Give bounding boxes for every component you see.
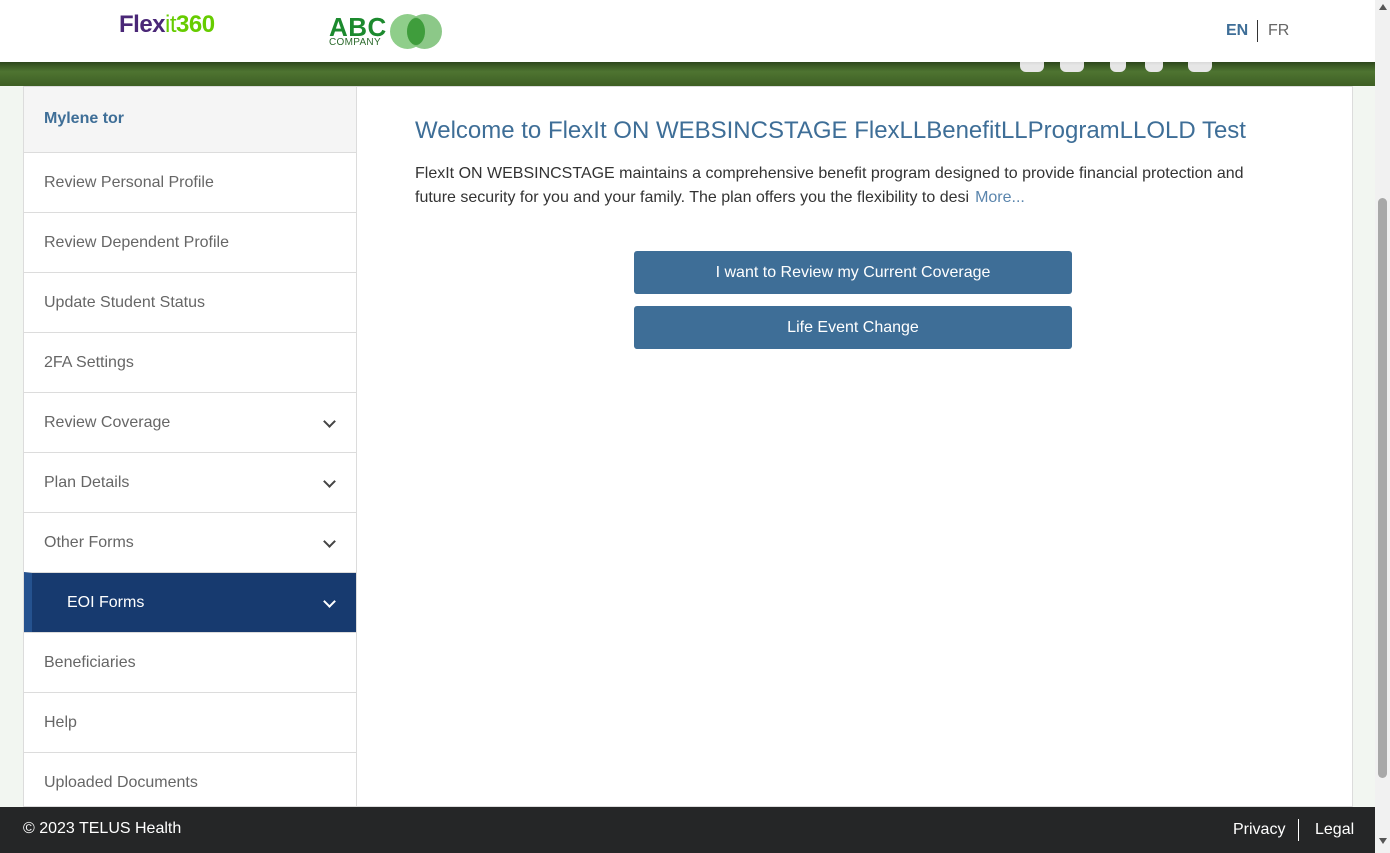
footer-separator	[1298, 819, 1299, 841]
sidebar-item-label: Plan Details	[44, 473, 130, 491]
language-fr-link[interactable]: FR	[1268, 22, 1289, 40]
more-link[interactable]: More...	[975, 189, 1025, 206]
sidebar-item-2fa-settings[interactable]: 2FA Settings	[24, 332, 356, 392]
chevron-down-icon[interactable]	[323, 475, 336, 488]
user-name: Mylene tor	[24, 87, 356, 152]
site-header: Flexit360 ABC COMPANY EN FR	[0, 0, 1375, 62]
logo-flexit-part2: it	[165, 11, 177, 38]
page-scrollbar[interactable]	[1375, 0, 1390, 853]
sidebar-item-label: Beneficiaries	[44, 653, 136, 671]
header-banner-image	[0, 62, 1375, 86]
sidebar-item-label: Review Personal Profile	[44, 173, 214, 191]
sidebar-item-label: Help	[44, 713, 77, 731]
sidebar-item-label: Review Coverage	[44, 413, 171, 431]
flexit360-logo[interactable]: Flexit360	[119, 11, 215, 39]
language-separator	[1257, 20, 1258, 42]
banner-detail	[1110, 62, 1126, 72]
logo-flexit-part1: Flex	[119, 11, 166, 38]
sidebar-item-label: Review Dependent Profile	[44, 233, 229, 251]
sidebar-item-help[interactable]: Help	[24, 692, 356, 752]
banner-detail	[1060, 62, 1084, 72]
sidebar-item-label: Update Student Status	[44, 293, 205, 311]
sidebar-item-label: Other Forms	[44, 533, 134, 551]
scroll-down-arrow-icon[interactable]	[1379, 838, 1387, 844]
sidebar-item-beneficiaries[interactable]: Beneficiaries	[24, 632, 356, 692]
chevron-down-icon[interactable]	[323, 535, 336, 548]
sidebar-item-label: Uploaded Documents	[44, 773, 198, 791]
sidebar-item-eoi-forms[interactable]: EOI Forms	[24, 572, 356, 632]
sidebar-item-label: EOI Forms	[67, 593, 145, 611]
legal-link[interactable]: Legal	[1315, 821, 1354, 839]
review-coverage-button[interactable]: I want to Review my Current Coverage	[634, 251, 1072, 294]
chevron-down-icon[interactable]	[323, 415, 336, 428]
sidebar-nav: Mylene tor Review Personal Profile Revie…	[23, 86, 357, 807]
site-footer: © 2023 TELUS Health Privacy Legal	[0, 807, 1375, 853]
banner-detail	[1188, 62, 1212, 72]
intro-text-body: FlexIt ON WEBSINCSTAGE maintains a compr…	[415, 165, 1244, 206]
page-title: Welcome to FlexIt ON WEBSINCSTAGE FlexLL…	[415, 117, 1246, 144]
sidebar-item-label: 2FA Settings	[44, 353, 134, 371]
logo-company-text: COMPANY	[329, 37, 381, 48]
sidebar-item-plan-details[interactable]: Plan Details	[24, 452, 356, 512]
main-content: Welcome to FlexIt ON WEBSINCSTAGE FlexLL…	[357, 86, 1353, 807]
abc-company-logo: ABC COMPANY	[328, 12, 448, 52]
sidebar-item-uploaded-documents[interactable]: Uploaded Documents	[24, 752, 356, 806]
privacy-link[interactable]: Privacy	[1233, 821, 1285, 839]
sidebar-item-update-student-status[interactable]: Update Student Status	[24, 272, 356, 332]
sidebar-item-other-forms[interactable]: Other Forms	[24, 512, 356, 572]
language-en-link[interactable]: EN	[1226, 22, 1248, 40]
logo-circle-overlap-icon	[407, 18, 425, 45]
banner-detail	[1020, 62, 1044, 72]
scroll-up-arrow-icon[interactable]	[1379, 4, 1387, 10]
scrollbar-thumb[interactable]	[1378, 198, 1387, 778]
intro-text: FlexIt ON WEBSINCSTAGE maintains a compr…	[415, 162, 1285, 210]
copyright-text: © 2023 TELUS Health	[23, 820, 182, 837]
chevron-down-icon[interactable]	[323, 595, 336, 608]
life-event-change-button[interactable]: Life Event Change	[634, 306, 1072, 349]
sidebar-item-review-coverage[interactable]: Review Coverage	[24, 392, 356, 452]
sidebar-item-review-dependent-profile[interactable]: Review Dependent Profile	[24, 212, 356, 272]
banner-detail	[1145, 62, 1163, 72]
sidebar-item-review-personal-profile[interactable]: Review Personal Profile	[24, 152, 356, 212]
logo-flexit-part3: 360	[176, 11, 215, 38]
